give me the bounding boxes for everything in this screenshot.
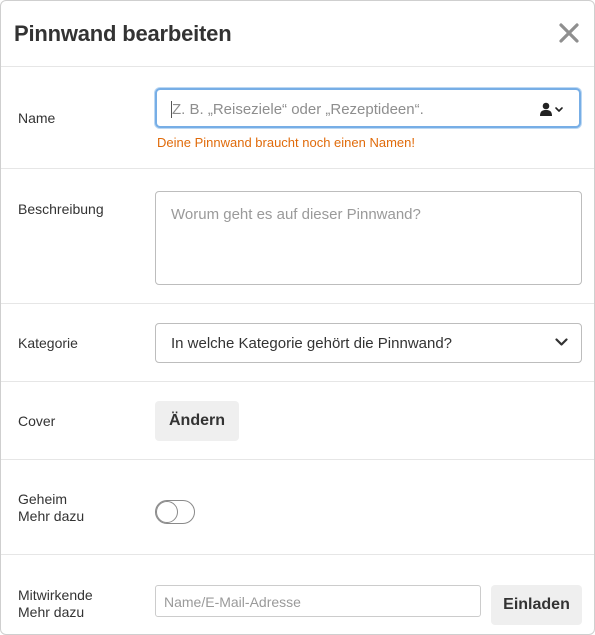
- name-label: Name: [18, 110, 56, 126]
- name-input[interactable]: Z. B. „Reiseziele“ oder „Rezeptideen“.: [155, 88, 581, 128]
- name-placeholder: Z. B. „Reiseziele“ oder „Rezeptideen“.: [172, 101, 424, 118]
- cover-row: Cover Ändern: [1, 382, 594, 460]
- invite-button[interactable]: Einladen: [491, 585, 582, 625]
- secret-more-link[interactable]: Mehr dazu: [18, 508, 84, 525]
- change-cover-button[interactable]: Ändern: [155, 401, 239, 441]
- category-selected-value: In welche Kategorie gehört die Pinnwand?: [171, 335, 453, 352]
- collaborator-email-input[interactable]: Name/E-Mail-Adresse: [155, 585, 481, 617]
- collaborator-email-placeholder: Name/E-Mail-Adresse: [164, 594, 301, 610]
- collaborators-row: Mitwirkende Mehr dazu Name/E-Mail-Adress…: [1, 555, 594, 634]
- name-row: Name Z. B. „Reiseziele“ oder „Rezeptidee…: [1, 67, 594, 169]
- category-row: Kategorie In welche Kategorie gehört die…: [1, 304, 594, 382]
- cover-label: Cover: [18, 413, 56, 429]
- toggle-knob: [156, 501, 178, 523]
- category-select[interactable]: In welche Kategorie gehört die Pinnwand?: [155, 323, 582, 363]
- collaborators-more-link[interactable]: Mehr dazu: [18, 604, 84, 621]
- category-label: Kategorie: [18, 335, 78, 351]
- description-textarea[interactable]: Worum geht es auf dieser Pinnwand?: [155, 191, 582, 285]
- chevron-down-icon: [555, 338, 568, 346]
- collaborators-label: Mitwirkende: [18, 587, 93, 603]
- secret-label: Geheim: [18, 491, 68, 507]
- edit-board-dialog: Pinnwand bearbeiten Name Z. B. „Reisezie…: [0, 0, 595, 635]
- person-icon[interactable]: [539, 102, 565, 116]
- name-error-message: Deine Pinnwand braucht noch einen Namen!: [157, 135, 416, 150]
- dialog-title: Pinnwand bearbeiten: [14, 21, 232, 46]
- description-row: Beschreibung Worum geht es auf dieser Pi…: [1, 169, 594, 304]
- dialog-header: Pinnwand bearbeiten: [1, 1, 594, 67]
- description-label: Beschreibung: [18, 201, 104, 217]
- secret-row: Geheim Mehr dazu: [1, 460, 594, 555]
- description-placeholder: Worum geht es auf dieser Pinnwand?: [171, 206, 421, 223]
- close-icon[interactable]: [558, 22, 580, 44]
- secret-toggle[interactable]: [155, 500, 195, 524]
